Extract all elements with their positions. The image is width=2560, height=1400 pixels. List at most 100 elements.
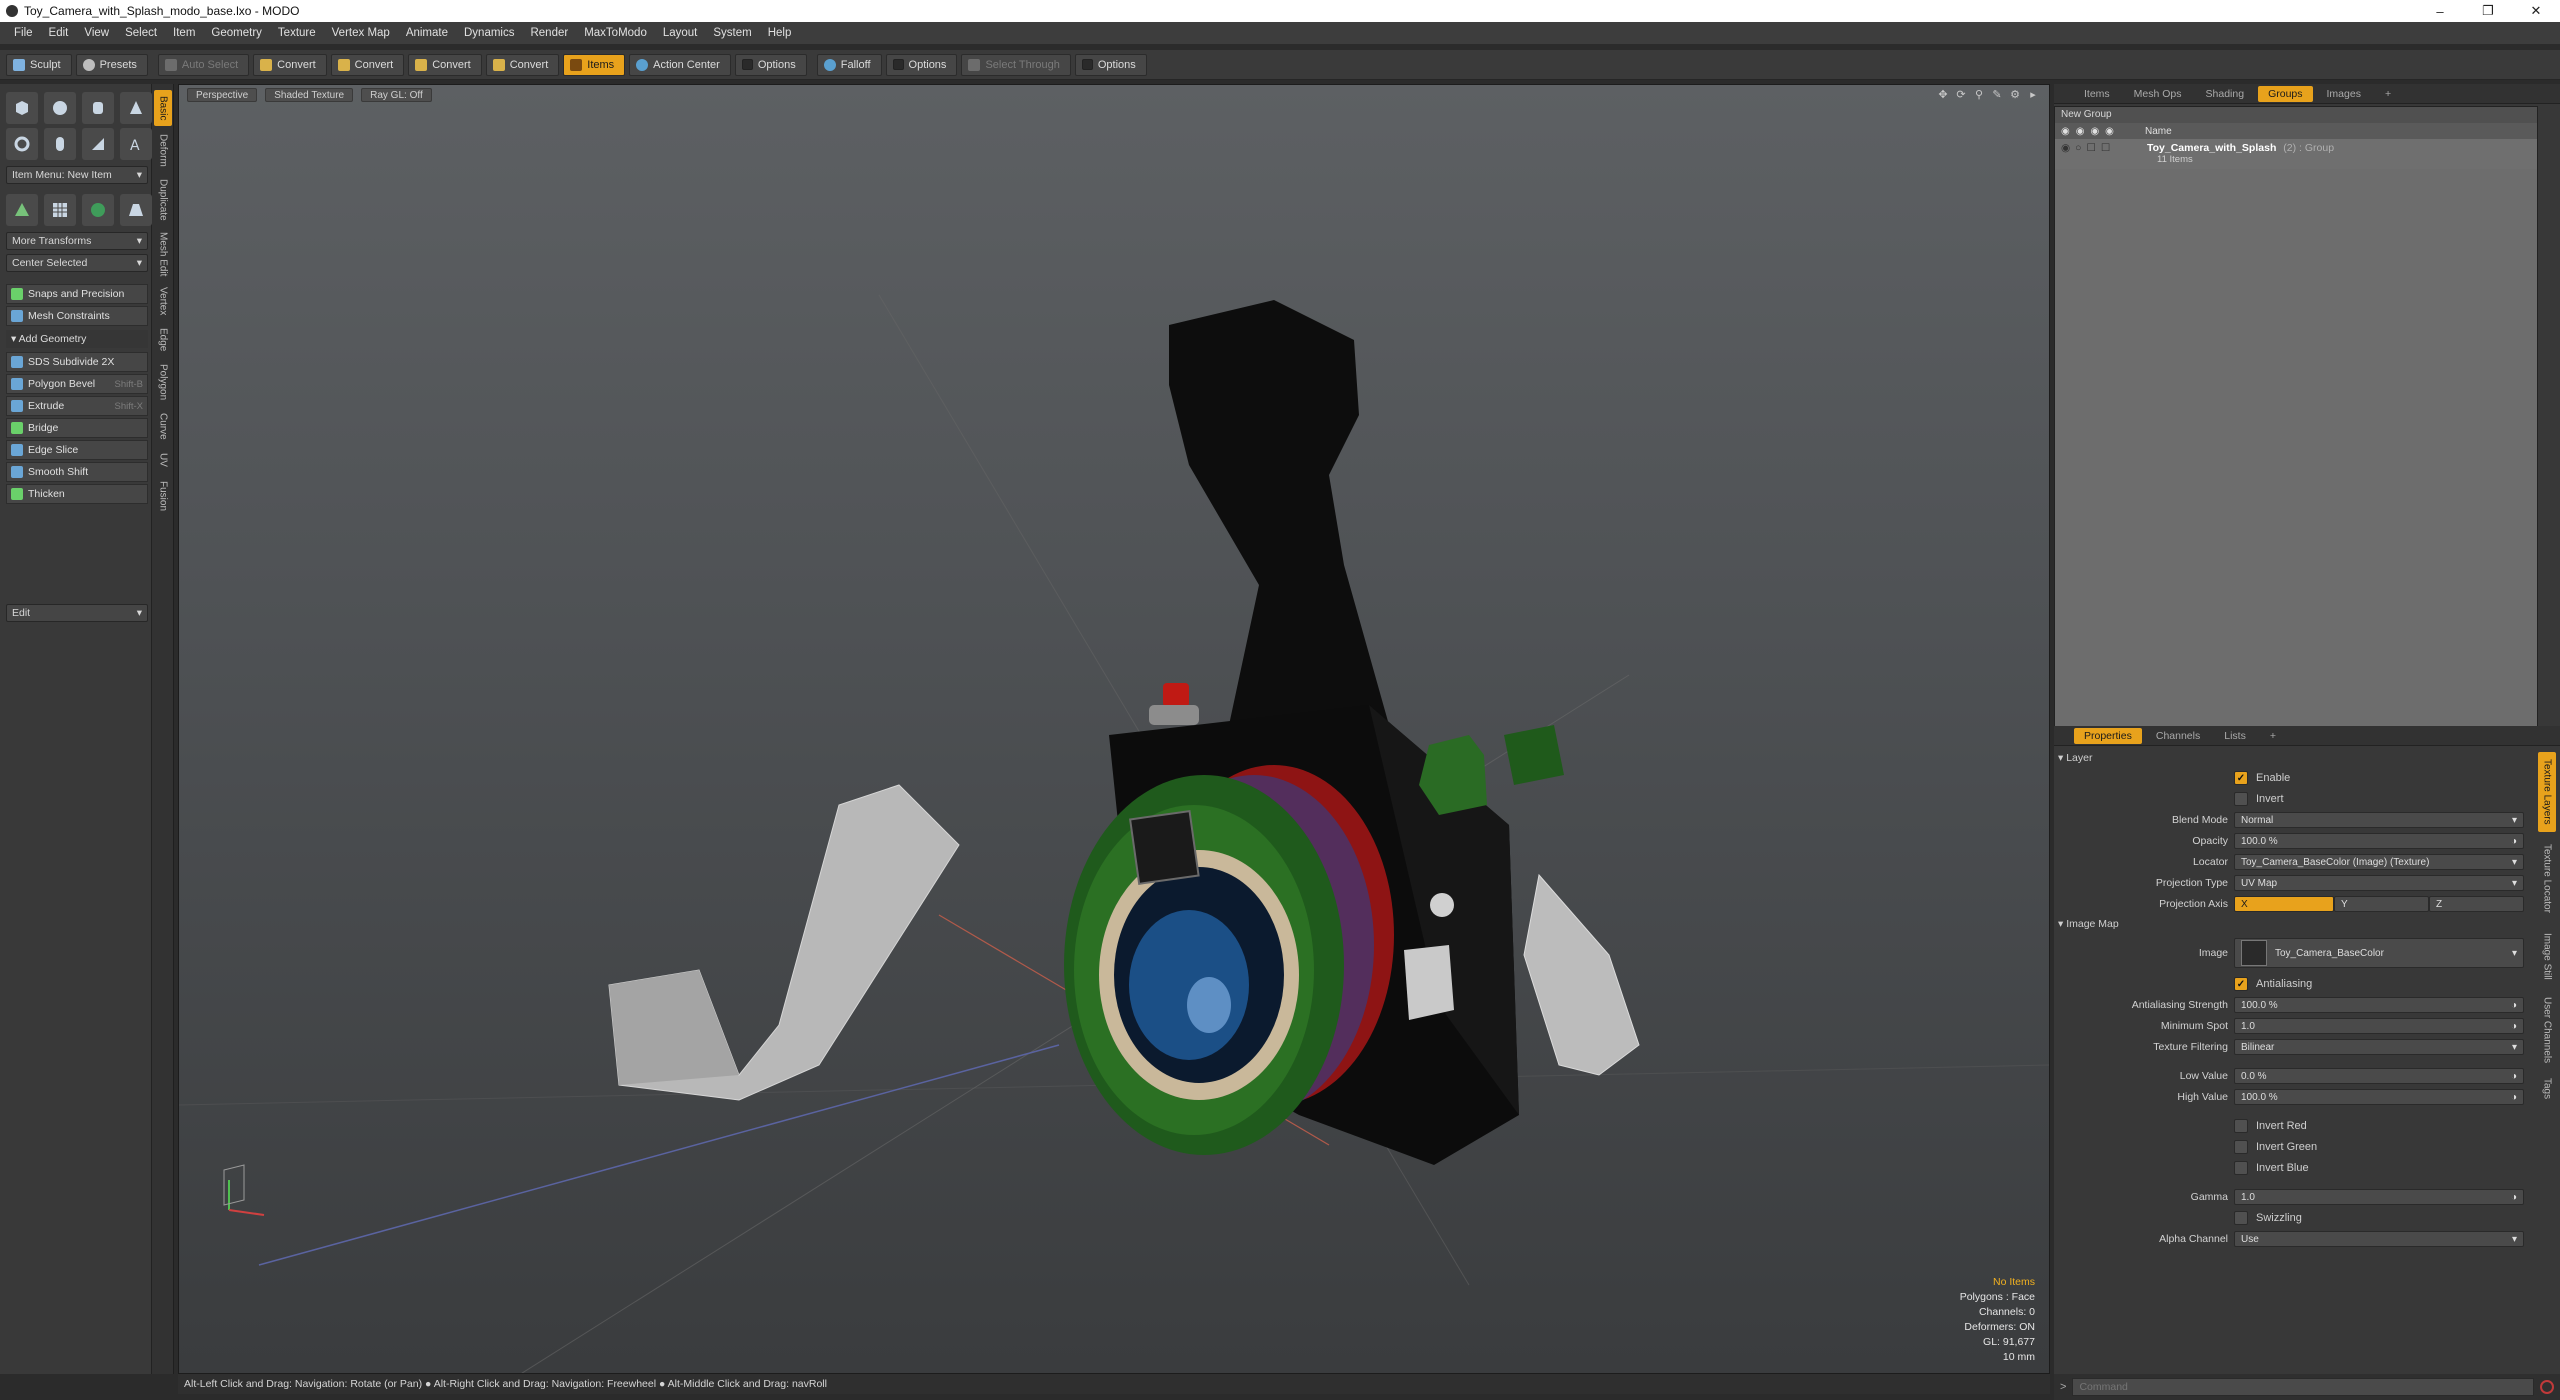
tab-fusion[interactable]: Fusion — [154, 476, 172, 516]
edit-dropdown[interactable]: Edit ▾ — [6, 604, 148, 622]
menu-select[interactable]: Select — [117, 27, 165, 39]
close-icon[interactable]: ✕ — [2512, 0, 2560, 22]
brush-view-icon[interactable]: ✎ — [1991, 89, 2003, 101]
extrude-button[interactable]: Extrude Shift-X — [6, 396, 148, 416]
torus-primitive-icon[interactable] — [6, 128, 38, 160]
text-primitive-icon[interactable]: A — [120, 128, 152, 160]
tab-tags[interactable]: Tags — [2538, 1072, 2556, 1106]
high-value-field[interactable]: 100.0 % ◑ — [2234, 1089, 2524, 1105]
tab-polygon[interactable]: Polygon — [154, 360, 172, 404]
globe-icon[interactable] — [82, 194, 114, 226]
sphere-primitive-icon[interactable] — [44, 92, 76, 124]
locator-dropdown[interactable]: Toy_Camera_BaseColor (Image) (Texture) ▾ — [2234, 854, 2524, 870]
group-row[interactable]: ◉○☐☐ Toy_Camera_with_Splash (2) : Group … — [2055, 139, 2537, 169]
mesh-constraints-button[interactable]: Mesh Constraints — [6, 306, 148, 326]
menu-vertex-map[interactable]: Vertex Map — [324, 27, 398, 39]
menu-maxtomodo[interactable]: MaxToModo — [576, 27, 655, 39]
action-center-options-button[interactable]: Options — [734, 53, 807, 76]
grid-icon[interactable] — [44, 194, 76, 226]
gamma-field[interactable]: 1.0 ◑ — [2234, 1189, 2524, 1205]
3d-viewport[interactable]: Perspective Shaded Texture Ray GL: Off ✥… — [178, 84, 2050, 1374]
thicken-button[interactable]: Thicken — [6, 484, 148, 504]
command-input[interactable] — [2072, 1378, 2534, 1396]
polygon-bevel-button[interactable]: Polygon Bevel Shift-B — [6, 374, 148, 394]
axis-y-button[interactable]: Y — [2334, 896, 2429, 912]
tab-basic[interactable]: Basic — [154, 90, 172, 126]
invert-blue-checkbox[interactable] — [2234, 1161, 2248, 1175]
tab-duplicate[interactable]: Duplicate — [154, 174, 172, 226]
menu-system[interactable]: System — [705, 27, 759, 39]
menu-layout[interactable]: Layout — [655, 27, 706, 39]
convert-polygons-button[interactable]: Convert — [408, 53, 482, 76]
select-through-options-button[interactable]: Options — [1074, 53, 1147, 76]
menu-item[interactable]: Item — [165, 27, 203, 39]
move-view-icon[interactable]: ✥ — [1937, 89, 1949, 101]
tab-user-channels[interactable]: User Channels — [2538, 992, 2556, 1068]
image-selector[interactable]: Toy_Camera_BaseColor ▾ — [2234, 938, 2524, 968]
convert-vertices-button[interactable]: Convert — [253, 53, 327, 76]
locator-icon[interactable] — [6, 194, 38, 226]
sculpt-button[interactable]: Sculpt — [6, 53, 72, 76]
add-geometry-header[interactable]: ▾ Add Geometry — [6, 330, 148, 348]
axis-x-button[interactable]: X — [2234, 896, 2334, 912]
tab-image-still[interactable]: Image Still — [2538, 924, 2556, 988]
cone-primitive-icon[interactable] — [120, 92, 152, 124]
viewport-shading-button[interactable]: Shaded Texture — [265, 88, 354, 102]
projection-type-dropdown[interactable]: UV Map ▾ — [2234, 875, 2524, 891]
invert-red-checkbox[interactable] — [2234, 1119, 2248, 1133]
tab-curve[interactable]: Curve — [154, 408, 172, 444]
convert-materials-button[interactable]: Convert — [485, 53, 560, 76]
menu-view[interactable]: View — [76, 27, 117, 39]
swizzling-checkbox[interactable] — [2234, 1211, 2248, 1225]
tab-mesh-ops[interactable]: Mesh Ops — [2124, 86, 2192, 102]
tab-properties[interactable]: Properties — [2074, 727, 2142, 744]
add-tab-icon[interactable]: + — [2375, 86, 2401, 102]
tab-shading[interactable]: Shading — [2196, 86, 2255, 102]
menu-render[interactable]: Render — [522, 27, 576, 39]
falloff-button[interactable]: Falloff — [816, 53, 882, 76]
viewport-raygl-button[interactable]: Ray GL: Off — [361, 88, 432, 102]
aa-strength-field[interactable]: 100.0 % ◑ — [2234, 997, 2524, 1013]
column-name[interactable]: Name — [2145, 126, 2172, 137]
sds-subdivide-button[interactable]: SDS Subdivide 2X — [6, 352, 148, 372]
axis-z-button[interactable]: Z — [2429, 896, 2524, 912]
restore-icon[interactable]: ❐ — [2464, 0, 2512, 22]
convert-edges-button[interactable]: Convert — [330, 53, 405, 76]
bridge-button[interactable]: Bridge — [6, 418, 148, 438]
new-group-button[interactable]: New Group — [2055, 107, 2537, 123]
menu-geometry[interactable]: Geometry — [203, 27, 270, 39]
tab-mesh-edit[interactable]: Mesh Edit — [154, 230, 172, 278]
texture-filtering-dropdown[interactable]: Bilinear ▾ — [2234, 1039, 2524, 1055]
rotate-view-icon[interactable]: ⟳ — [1955, 89, 1967, 101]
capsule-primitive-icon[interactable] — [44, 128, 76, 160]
plane-icon[interactable] — [120, 194, 152, 226]
menu-dynamics[interactable]: Dynamics — [456, 27, 522, 39]
tab-channels[interactable]: Channels — [2146, 728, 2210, 744]
more-transforms-dropdown[interactable]: More Transforms ▾ — [6, 232, 148, 250]
menu-edit[interactable]: Edit — [41, 27, 77, 39]
blend-mode-dropdown[interactable]: Normal ▾ — [2234, 812, 2524, 828]
image-map-section-header[interactable]: ▾ Image Map — [2058, 918, 2119, 930]
layer-section-header[interactable]: ▾ Layer — [2058, 752, 2092, 764]
menu-file[interactable]: File — [6, 27, 41, 39]
snaps-and-precision-button[interactable]: Snaps and Precision — [6, 284, 148, 304]
tab-texture-layers[interactable]: Texture Layers — [2538, 752, 2556, 832]
menu-texture[interactable]: Texture — [270, 27, 324, 39]
tab-items[interactable]: Items — [2074, 86, 2120, 102]
edge-slice-button[interactable]: Edge Slice — [6, 440, 148, 460]
invert-green-checkbox[interactable] — [2234, 1140, 2248, 1154]
smooth-shift-button[interactable]: Smooth Shift — [6, 462, 148, 482]
enable-checkbox[interactable]: ✓ — [2234, 771, 2248, 785]
low-value-field[interactable]: 0.0 % ◑ — [2234, 1068, 2524, 1084]
falloff-options-button[interactable]: Options — [885, 53, 958, 76]
item-menu-dropdown[interactable]: Item Menu: New Item ▾ — [6, 166, 148, 184]
presets-button[interactable]: Presets — [75, 53, 148, 76]
menu-animate[interactable]: Animate — [398, 27, 456, 39]
gear-icon[interactable]: ⚙ — [2009, 89, 2021, 101]
invert-checkbox[interactable] — [2234, 792, 2248, 806]
groups-list[interactable]: New Group ◉◉◉◉ Name ◉○☐☐ Toy_Camera_with… — [2054, 106, 2538, 736]
tab-groups[interactable]: Groups — [2258, 85, 2313, 102]
center-selected-dropdown[interactable]: Center Selected ▾ — [6, 254, 148, 272]
tab-deform[interactable]: Deform — [154, 130, 172, 170]
eye-icon[interactable]: ◉○☐☐ — [2055, 142, 2147, 154]
